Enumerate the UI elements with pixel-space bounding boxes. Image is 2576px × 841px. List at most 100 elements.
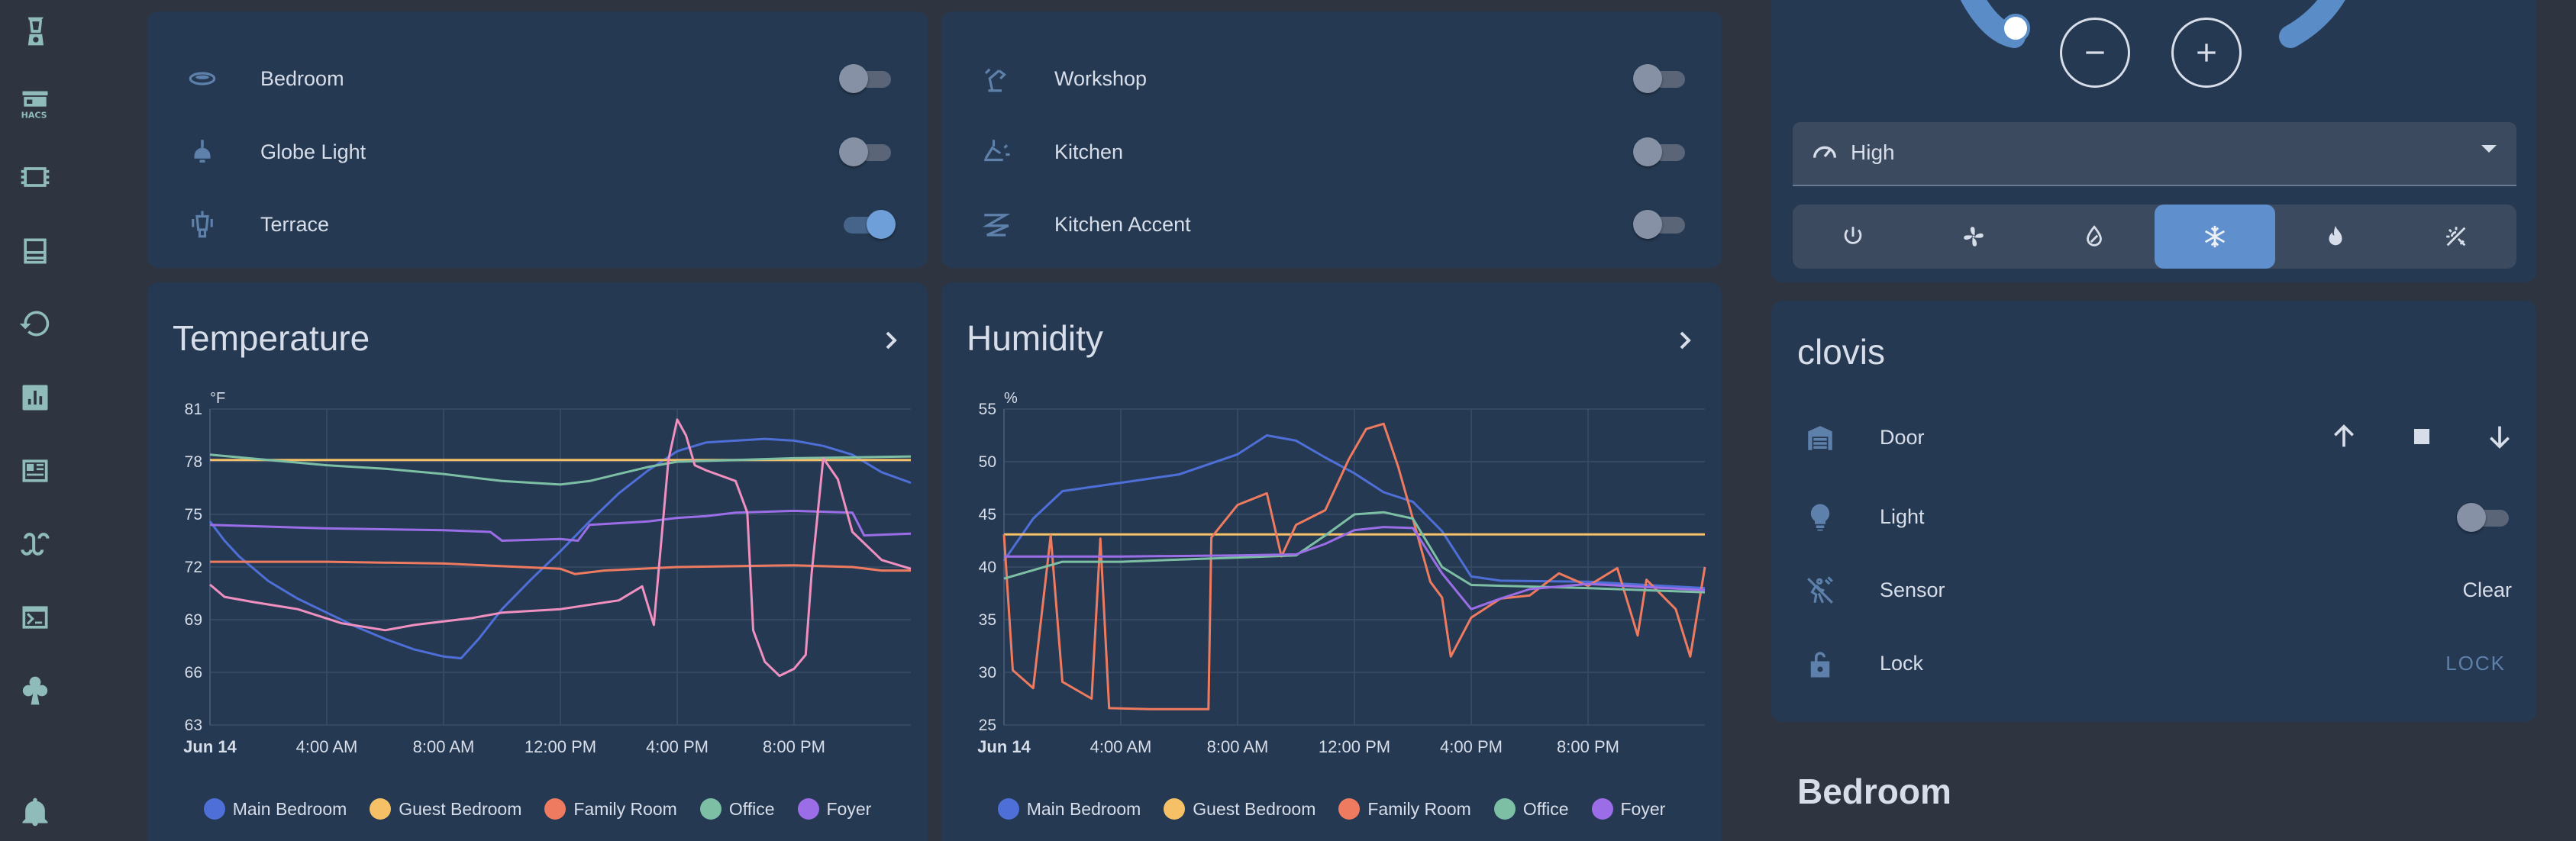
lightbulb-icon	[1802, 499, 1838, 536]
x-tick-label: 4:00 PM	[1440, 737, 1503, 756]
toggle-clovis-light[interactable]	[2457, 501, 2513, 534]
x-tick-label: 8:00 AM	[1207, 737, 1269, 756]
y-tick-label: 45	[979, 506, 996, 524]
y-tick-label: 50	[979, 453, 996, 471]
humidity-chart[interactable]: % 55 50 45 40 35 30 25 Jun 14 4:00 AM 8:00 AM 12:00…	[941, 282, 1722, 756]
legend-item[interactable]: Guest Bedroom	[370, 786, 521, 832]
sensor-state: Clear	[2462, 578, 2512, 601]
legend-label: Family Room	[573, 798, 677, 819]
stop-icon[interactable]	[2403, 418, 2440, 455]
hacs-icon[interactable]: HACS	[17, 85, 53, 122]
legend-dot	[544, 798, 567, 820]
legend-dot	[1338, 798, 1361, 820]
light-label-globe: Globe Light	[260, 140, 366, 163]
outdoor-lamp-icon	[184, 206, 221, 243]
humidity-legend: Main Bedroom Guest Bedroom Family Room Offi…	[941, 786, 1722, 832]
toggle-terrace[interactable]	[839, 208, 896, 241]
decrease-temp-button[interactable]	[2060, 18, 2130, 88]
mode-cool-button[interactable]	[2155, 205, 2275, 269]
chip-icon[interactable]	[17, 159, 53, 195]
hacs-icon-text: HACS	[21, 110, 47, 120]
light-label-clovis: Light	[1880, 505, 1925, 528]
motion-sensor-icon	[1802, 572, 1838, 609]
toggle-kitchen-accent[interactable]	[1633, 208, 1690, 241]
y-tick-label: 25	[979, 717, 996, 734]
light-row-bedroom[interactable]: Bedroom	[147, 42, 928, 115]
bedroom-section-title: Bedroom	[1797, 772, 1951, 811]
light-row-globe[interactable]: Globe Light	[147, 115, 928, 188]
newspaper-icon[interactable]	[17, 453, 53, 489]
arrow-up-icon[interactable]	[2326, 418, 2362, 455]
fire-icon	[2329, 225, 2342, 246]
view-dashboard-icon[interactable]	[17, 233, 53, 269]
legend-item[interactable]: Family Room	[1338, 786, 1471, 832]
light-row-workshop[interactable]: Workshop	[941, 42, 1722, 115]
mode-auto-button[interactable]	[2396, 205, 2516, 269]
legend-label: Foyer	[826, 798, 872, 819]
legend-dot	[1591, 798, 1613, 820]
fan-icon	[1964, 227, 1984, 246]
cards-club-icon[interactable]	[17, 672, 53, 709]
blender-icon[interactable]	[17, 13, 53, 50]
clovis-lock-row[interactable]: Lock LOCK	[1771, 627, 2536, 701]
chart-box-icon[interactable]	[17, 379, 53, 416]
clovis-sensor-row[interactable]: Sensor Clear	[1771, 554, 2536, 627]
lock-button[interactable]: LOCK	[2445, 652, 2506, 675]
legend-dot	[797, 798, 819, 820]
dial-handle[interactable]	[2001, 14, 2030, 43]
y-tick-label: 66	[185, 664, 202, 682]
fan-mode-value: High	[1851, 140, 1895, 164]
lamp-icon	[184, 134, 221, 170]
legend-item[interactable]: Guest Bedroom	[1164, 786, 1315, 832]
legend-item[interactable]: Foyer	[1591, 786, 1666, 832]
legend-dot	[370, 798, 392, 820]
toggle-workshop[interactable]	[1633, 62, 1690, 95]
legend-item[interactable]: Office	[1493, 786, 1569, 832]
clovis-light-row[interactable]: Light	[1771, 481, 2536, 554]
increase-temp-button[interactable]	[2171, 18, 2242, 88]
history-icon[interactable]	[17, 305, 53, 342]
bell-icon[interactable]	[17, 794, 53, 830]
ceiling-light-icon	[184, 60, 221, 97]
legend-item[interactable]: Family Room	[544, 786, 677, 832]
connection-icon[interactable]	[17, 526, 53, 562]
legend-label: Foyer	[1620, 798, 1666, 819]
arrow-down-icon[interactable]	[2481, 418, 2518, 455]
clovis-card: clovis Door Light Sensor Clear Lock LOCK	[1771, 301, 2536, 722]
console-icon[interactable]	[17, 599, 53, 636]
toggle-bedroom[interactable]	[839, 62, 896, 95]
legend-item[interactable]: Crawlspace	[477, 832, 598, 841]
legend-label: Office	[1522, 798, 1569, 819]
y-tick-label: 40	[979, 559, 996, 576]
legend-label: Guest Bedroom	[399, 798, 522, 819]
humidity-card: Humidity % 55 50 45 40 35 30 25 Jun 14 4:00 AM 8:0…	[941, 282, 1722, 841]
sun-snowflake-icon	[2446, 227, 2466, 246]
speedometer-icon	[1809, 137, 1840, 168]
legend-item[interactable]: Office	[699, 786, 775, 832]
mode-heat-button[interactable]	[2275, 205, 2396, 269]
x-tick-label: 4:00 PM	[646, 737, 709, 756]
light-label-kitchen: Kitchen	[1054, 140, 1124, 163]
mode-fan-button[interactable]	[1913, 205, 2034, 269]
legend-label: Main Bedroom	[1026, 798, 1141, 819]
door-label: Door	[1880, 426, 1925, 449]
mode-dry-button[interactable]	[2034, 205, 2155, 269]
light-row-kitchen-accent[interactable]: Kitchen Accent	[941, 188, 1722, 261]
thermostat-dial[interactable]	[1771, 0, 2536, 92]
x-tick-label: 12:00 PM	[525, 737, 596, 756]
legend-item[interactable]: Main Bedroom	[203, 786, 347, 832]
light-row-kitchen[interactable]: Kitchen	[941, 115, 1722, 188]
power-icon	[1844, 227, 1862, 244]
legend-item[interactable]: Main Bedroom	[997, 786, 1141, 832]
light-row-terrace[interactable]: Terrace	[147, 188, 928, 261]
axis-unit-label: %	[1004, 390, 1018, 407]
toggle-globe-light[interactable]	[839, 135, 896, 169]
legend-item[interactable]: Foyer	[797, 786, 872, 832]
legend-label: Family Room	[1367, 798, 1471, 819]
toggle-kitchen[interactable]	[1633, 135, 1690, 169]
legend-label: Office	[728, 798, 775, 819]
temperature-chart[interactable]: °F 81 78 75 72 69 66 63 Jun 14 4:00 AM 8:00 AM 12:0…	[147, 282, 928, 756]
mode-off-button[interactable]	[1793, 205, 1913, 269]
dropdown-arrow-icon	[2481, 145, 2497, 153]
fan-mode-select[interactable]: High	[1793, 122, 2516, 186]
